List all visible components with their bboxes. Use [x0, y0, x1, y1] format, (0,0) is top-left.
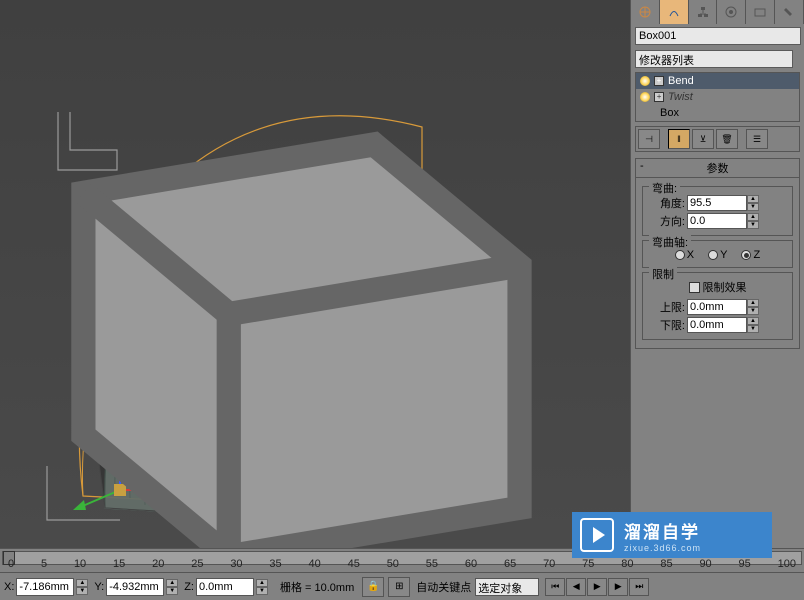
- lower-field[interactable]: [687, 317, 747, 333]
- stack-item-twist[interactable]: + Twist: [636, 89, 799, 105]
- display-tab[interactable]: [746, 0, 775, 24]
- snap-toggle[interactable]: ⊞: [388, 577, 410, 597]
- angle-spinner[interactable]: ▲▼: [747, 195, 759, 211]
- expand-icon[interactable]: +: [654, 76, 664, 86]
- angle-field[interactable]: [687, 195, 747, 211]
- create-tab[interactable]: [631, 0, 660, 24]
- pin-stack-button[interactable]: ⊣: [638, 129, 660, 149]
- hierarchy-tab[interactable]: [689, 0, 718, 24]
- play-button[interactable]: ▶: [587, 578, 607, 596]
- bulb-icon: [640, 76, 650, 86]
- parameters-rollup: - 参数 弯曲: 角度: ▲▼ 方向: ▲▼ 弯曲轴: X: [635, 158, 800, 349]
- object-name-field[interactable]: [635, 27, 801, 45]
- limits-group: 限制 限制效果 上限: ▲▼ 下限: ▲▼: [642, 272, 793, 340]
- timeline[interactable]: 0510152025303540455055606570758085909510…: [0, 548, 804, 572]
- lower-label: 下限:: [647, 317, 685, 333]
- group-title: 弯曲:: [649, 180, 680, 196]
- utilities-tab[interactable]: [775, 0, 804, 24]
- configure-sets-button[interactable]: ☰: [746, 129, 768, 149]
- x-label: X:: [4, 581, 14, 593]
- show-end-result-button[interactable]: ‖: [668, 129, 690, 149]
- bulb-icon: [640, 92, 650, 102]
- stack-label: Box: [660, 107, 679, 119]
- axis-x-radio[interactable]: X: [675, 249, 694, 261]
- modify-tab[interactable]: [660, 0, 689, 24]
- bend-axis-group: 弯曲轴: X Y Z: [642, 240, 793, 268]
- rollup-header[interactable]: - 参数: [636, 159, 799, 178]
- group-title: 弯曲轴:: [649, 234, 691, 250]
- modifier-list-dropdown[interactable]: 修改器列表: [635, 50, 793, 68]
- upper-spinner[interactable]: ▲▼: [747, 299, 759, 315]
- grid-label: 栅格 = 10.0mm: [280, 579, 354, 595]
- motion-tab[interactable]: [717, 0, 746, 24]
- y-label: Y:: [94, 581, 104, 593]
- group-title: 限制: [649, 266, 677, 282]
- upper-label: 上限:: [647, 299, 685, 315]
- y-field[interactable]: [106, 578, 164, 596]
- stack-label: Twist: [668, 91, 693, 103]
- prev-frame-button[interactable]: ◀: [566, 578, 586, 596]
- auto-key-button[interactable]: 自动关键点: [416, 579, 471, 595]
- lower-spinner[interactable]: ▲▼: [747, 317, 759, 333]
- next-frame-button[interactable]: ▶: [608, 578, 628, 596]
- viewport[interactable]: z: [0, 0, 630, 548]
- goto-end-button[interactable]: ⏭: [629, 578, 649, 596]
- stack-item-box[interactable]: Box: [636, 105, 799, 121]
- rollup-title: 参数: [707, 163, 729, 175]
- viewcube-icon[interactable]: [0, 40, 568, 588]
- direction-field[interactable]: [687, 213, 747, 229]
- stack-label: Bend: [668, 75, 694, 87]
- status-bar: X: ▲▼ Y: ▲▼ Z: ▲▼ 栅格 = 10.0mm 🔒 ⊞ 自动关键点 …: [0, 572, 804, 600]
- make-unique-button[interactable]: ⊻: [692, 129, 714, 149]
- direction-label: 方向:: [647, 213, 685, 229]
- remove-modifier-button[interactable]: 🗑: [716, 129, 738, 149]
- command-panel-tabs: [631, 0, 804, 24]
- bend-group: 弯曲: 角度: ▲▼ 方向: ▲▼: [642, 186, 793, 236]
- timeline-ticks: 0510152025303540455055606570758085909510…: [8, 558, 796, 570]
- direction-spinner[interactable]: ▲▼: [747, 213, 759, 229]
- stack-toolbar: ⊣ ‖ ⊻ 🗑 ☰: [635, 126, 800, 152]
- z-label: Z:: [184, 581, 194, 593]
- upper-field[interactable]: [687, 299, 747, 315]
- angle-label: 角度:: [647, 195, 685, 211]
- key-filter-select[interactable]: 选定对象: [475, 578, 539, 596]
- stack-item-bend[interactable]: + Bend: [636, 73, 799, 89]
- z-field[interactable]: [196, 578, 254, 596]
- expand-icon[interactable]: +: [654, 92, 664, 102]
- x-field[interactable]: [16, 578, 74, 596]
- modifier-stack[interactable]: + Bend + Twist Box: [635, 72, 800, 122]
- z-spinner[interactable]: ▲▼: [256, 579, 268, 595]
- goto-start-button[interactable]: ⏮: [545, 578, 565, 596]
- x-spinner[interactable]: ▲▼: [76, 579, 88, 595]
- command-panel: 修改器列表 + Bend + Twist Box ⊣ ‖ ⊻ 🗑 ☰ - 参数 …: [630, 0, 804, 548]
- y-spinner[interactable]: ▲▼: [166, 579, 178, 595]
- axis-y-radio[interactable]: Y: [708, 249, 727, 261]
- axis-z-radio[interactable]: Z: [741, 249, 760, 261]
- lock-button[interactable]: 🔒: [362, 577, 384, 597]
